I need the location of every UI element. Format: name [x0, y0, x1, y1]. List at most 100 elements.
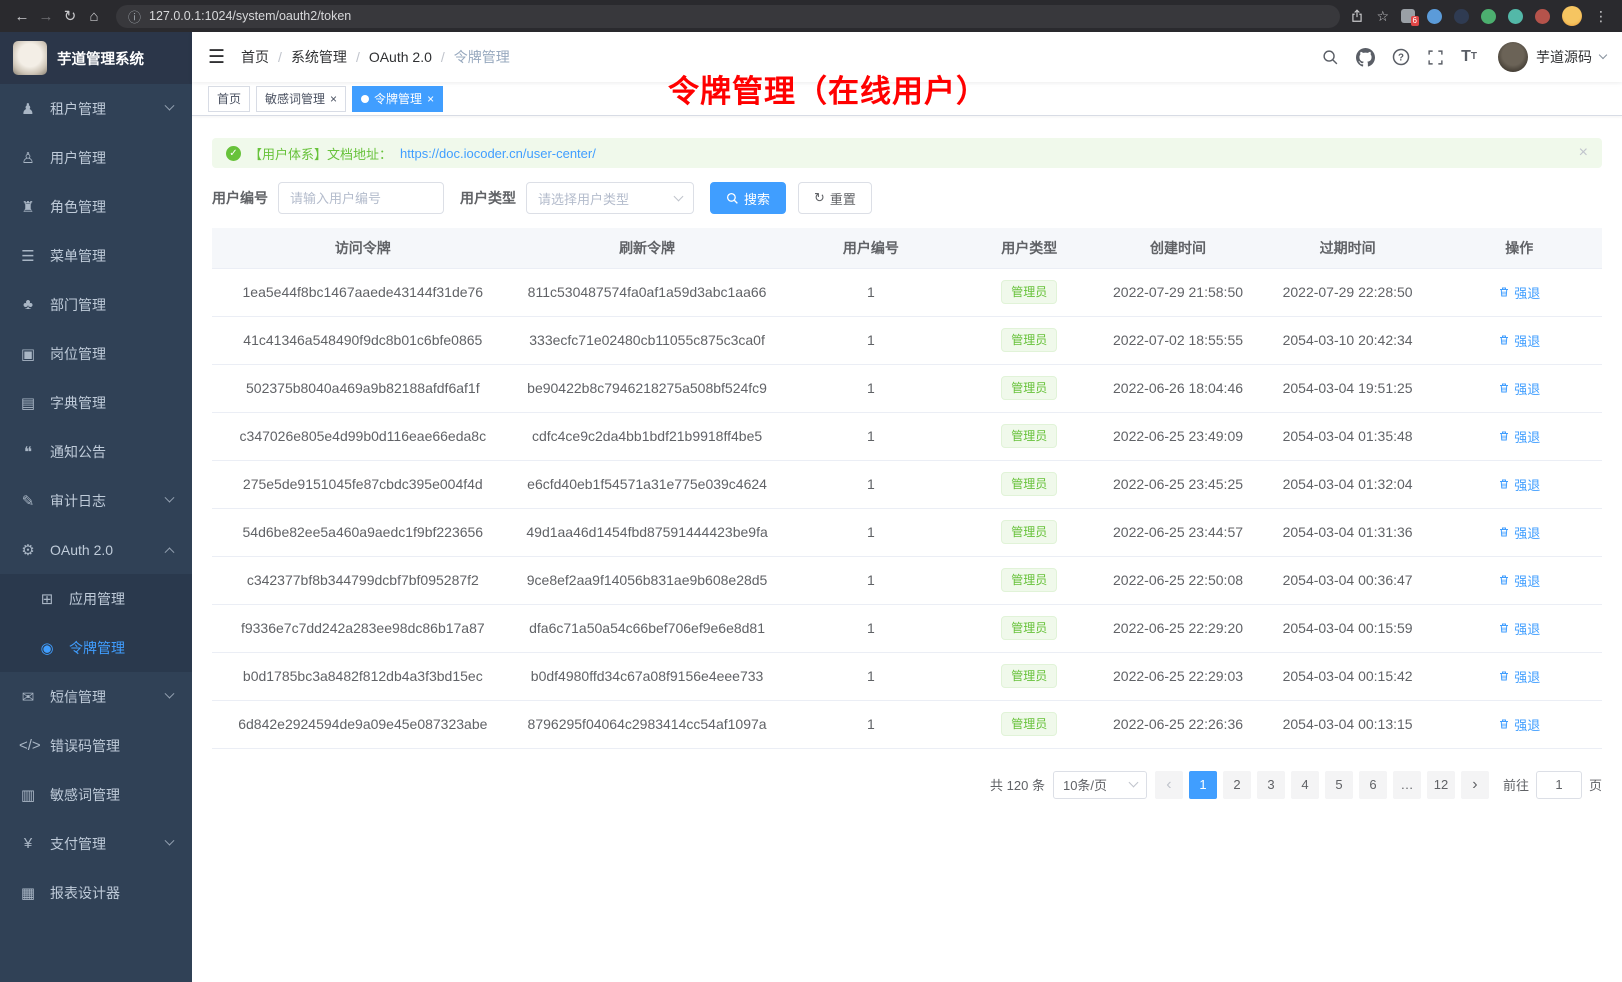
page-button-4[interactable]: 4: [1291, 771, 1319, 799]
alert-close-icon[interactable]: ×: [1579, 144, 1588, 162]
breadcrumb-item[interactable]: OAuth 2.0: [369, 49, 432, 65]
browser-chrome: ← → ↻ ⌂ ⓘ 127.0.0.1:1024/system/oauth2/t…: [0, 0, 1622, 32]
svg-text:?: ?: [1398, 52, 1404, 63]
goto-page-input[interactable]: [1536, 771, 1582, 799]
sidebar-item-sensitive-word[interactable]: ▥敏感词管理: [0, 770, 192, 819]
force-logout-label: 强退: [1514, 619, 1540, 638]
next-page-button[interactable]: ›: [1461, 771, 1489, 799]
force-logout-button[interactable]: 强退: [1498, 523, 1540, 542]
page-button-5[interactable]: 5: [1325, 771, 1353, 799]
sidebar-item-oauth2[interactable]: ⚙OAuth 2.0: [0, 525, 192, 574]
sidebar-item-post[interactable]: ▣岗位管理: [0, 329, 192, 378]
search-button[interactable]: 搜索: [710, 182, 786, 214]
extension-icon[interactable]: [1427, 9, 1442, 24]
sidebar-item-notice[interactable]: ❝通知公告: [0, 427, 192, 476]
sidebar-item-tenant[interactable]: ♟租户管理: [0, 84, 192, 133]
sidebar-item-oauth2-token[interactable]: ◉令牌管理: [0, 623, 192, 672]
table-row: 275e5de9151045fe87cbdc395e004f4d e6cfd40…: [212, 460, 1602, 508]
extension-icon[interactable]: [1454, 9, 1469, 24]
refresh-token-cell: 333ecfc71e02480cb11055c875c3ca0f: [514, 316, 781, 364]
user-type-tag: 管理员: [1001, 568, 1057, 592]
user-type-select[interactable]: 请选择用户类型: [526, 182, 694, 214]
browser-forward-icon[interactable]: →: [34, 4, 58, 28]
user-id-cell: 1: [781, 460, 962, 508]
sidebar-item-label: 报表设计器: [50, 883, 173, 903]
column-header: 操作: [1437, 228, 1602, 268]
user-menu[interactable]: 芋道源码: [1498, 42, 1606, 72]
force-logout-button[interactable]: 强退: [1498, 619, 1540, 638]
reset-button[interactable]: ↻ 重置: [798, 182, 872, 214]
extension-icon[interactable]: [1535, 9, 1550, 24]
help-icon[interactable]: ?: [1392, 48, 1410, 66]
refresh-token-cell: dfa6c71a50a54c66bef706ef9e6e8d81: [514, 604, 781, 652]
expire-time-cell: 2054-03-04 01:31:36: [1259, 508, 1437, 556]
user-name: 芋道源码: [1536, 47, 1592, 67]
more-pages-button[interactable]: …: [1393, 771, 1421, 799]
font-size-icon[interactable]: TT: [1461, 49, 1477, 65]
sidebar-item-dict[interactable]: ▤字典管理: [0, 378, 192, 427]
sidebar-item-audit-log[interactable]: ✎审计日志: [0, 476, 192, 525]
user-id-input[interactable]: [278, 182, 444, 214]
force-logout-button[interactable]: 强退: [1498, 427, 1540, 446]
prev-page-button[interactable]: ‹: [1155, 771, 1183, 799]
expire-time-cell: 2054-03-04 00:15:42: [1259, 652, 1437, 700]
force-logout-label: 强退: [1514, 283, 1540, 302]
github-icon[interactable]: [1356, 48, 1375, 67]
force-logout-button[interactable]: 强退: [1498, 715, 1540, 734]
bookmark-star-icon[interactable]: ☆: [1376, 8, 1389, 25]
create-time-cell: 2022-06-25 22:50:08: [1097, 556, 1258, 604]
browser-menu-icon[interactable]: ⋮: [1594, 8, 1608, 25]
sidebar-item-user[interactable]: ♙用户管理: [0, 133, 192, 182]
tab-sensitive-word[interactable]: 敏感词管理×: [256, 86, 346, 112]
sidebar-item-oauth2-app[interactable]: ⊞应用管理: [0, 574, 192, 623]
extension-icon[interactable]: [1508, 9, 1523, 24]
sidebar-collapse-icon[interactable]: ☰: [208, 46, 225, 69]
force-logout-button[interactable]: 强退: [1498, 571, 1540, 590]
trash-icon: [1498, 334, 1510, 346]
tab-token[interactable]: 令牌管理×: [352, 86, 443, 112]
page-button-12[interactable]: 12: [1427, 771, 1455, 799]
sidebar-item-report-designer[interactable]: ▦报表设计器: [0, 868, 192, 917]
page-size-select[interactable]: 10条/页: [1053, 771, 1147, 799]
site-info-icon[interactable]: ⓘ: [128, 7, 141, 26]
browser-profile-avatar[interactable]: [1562, 6, 1582, 26]
force-logout-button[interactable]: 强退: [1498, 331, 1540, 350]
force-logout-button[interactable]: 强退: [1498, 667, 1540, 686]
sidebar: 芋道管理系统 ♟租户管理♙用户管理♜角色管理☰菜单管理♣部门管理▣岗位管理▤字典…: [0, 32, 192, 982]
force-logout-button[interactable]: 强退: [1498, 475, 1540, 494]
breadcrumb-item[interactable]: 系统管理: [291, 47, 347, 67]
page-button-2[interactable]: 2: [1223, 771, 1251, 799]
sidebar-item-sms[interactable]: ✉短信管理: [0, 672, 192, 721]
sidebar-item-pay[interactable]: ¥支付管理: [0, 819, 192, 868]
expire-time-cell: 2054-03-04 19:51:25: [1259, 364, 1437, 412]
force-logout-button[interactable]: 强退: [1498, 379, 1540, 398]
fullscreen-icon[interactable]: [1427, 49, 1444, 66]
address-bar[interactable]: ⓘ 127.0.0.1:1024/system/oauth2/token: [116, 5, 1340, 28]
force-logout-button[interactable]: 强退: [1498, 283, 1540, 302]
share-icon[interactable]: [1350, 9, 1364, 23]
browser-back-icon[interactable]: ←: [10, 4, 34, 28]
table-row: b0d1785bc3a8482f812db4a3f3bd15ec b0df498…: [212, 652, 1602, 700]
tab-home[interactable]: 首页: [208, 86, 250, 112]
force-logout-label: 强退: [1514, 715, 1540, 734]
sidebar-item-menu[interactable]: ☰菜单管理: [0, 231, 192, 280]
page-button-3[interactable]: 3: [1257, 771, 1285, 799]
tab-close-icon[interactable]: ×: [427, 93, 434, 105]
page-button-6[interactable]: 6: [1359, 771, 1387, 799]
sidebar-item-error-code[interactable]: </>错误码管理: [0, 721, 192, 770]
browser-reload-icon[interactable]: ↻: [58, 4, 82, 28]
doc-link[interactable]: https://doc.iocoder.cn/user-center/: [400, 146, 596, 161]
breadcrumb-item[interactable]: 首页: [241, 47, 269, 67]
column-header: 访问令牌: [212, 228, 514, 268]
page-button-1[interactable]: 1: [1189, 771, 1217, 799]
sidebar-item-label: 通知公告: [50, 442, 173, 462]
search-icon[interactable]: [1322, 49, 1339, 66]
sidebar-item-dept[interactable]: ♣部门管理: [0, 280, 192, 329]
tab-close-icon[interactable]: ×: [330, 93, 337, 105]
sidebar-item-role[interactable]: ♜角色管理: [0, 182, 192, 231]
pagination: 共 120 条 10条/页 ‹123456…12› 前往 页: [212, 771, 1602, 799]
table-row: 1ea5e44f8bc1467aaede43144f31de76 811c530…: [212, 268, 1602, 316]
browser-home-icon[interactable]: ⌂: [82, 4, 106, 28]
extension-icon[interactable]: [1481, 9, 1496, 24]
extension-icon[interactable]: 6: [1401, 9, 1415, 23]
